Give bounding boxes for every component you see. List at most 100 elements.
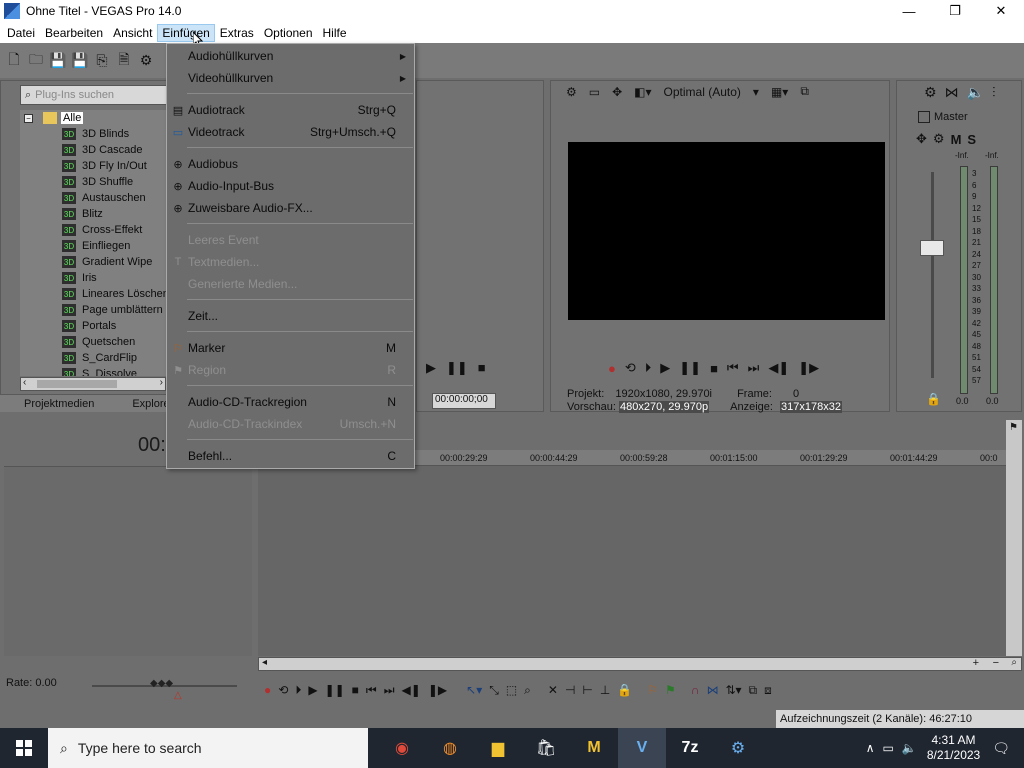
menu-item-videotrack[interactable]: ▭ Videotrack Strg+Umsch.+Q xyxy=(167,121,414,143)
save-as-icon[interactable]: 💾 xyxy=(71,52,88,69)
app-gear-icon[interactable]: ⚙ xyxy=(714,728,762,768)
envelope-tool-icon[interactable]: ⤡ xyxy=(489,683,499,698)
solo-button[interactable]: S xyxy=(967,132,976,147)
go-to-start-icon[interactable]: ⏮ xyxy=(366,683,377,698)
menu-bearbeiten[interactable]: Bearbeiten xyxy=(40,24,108,42)
menu-optionen[interactable]: Optionen xyxy=(259,24,318,42)
explorer-hscrollbar[interactable]: ‹ › xyxy=(20,377,166,391)
gear-icon[interactable]: ⚙ xyxy=(924,84,937,101)
scroll-right-icon[interactable]: › xyxy=(160,377,163,388)
app-m-icon[interactable]: M xyxy=(570,728,618,768)
menu-item-audio-cd-trackregion[interactable]: Audio-CD-Trackregion N xyxy=(167,391,414,413)
next-frame-icon[interactable]: ❚▶ xyxy=(798,360,819,376)
menu-item-zuweisbare-audio-fx[interactable]: ⊕ Zuweisbare Audio-FX... xyxy=(167,197,414,219)
downmix-icon[interactable]: ⋈ xyxy=(945,84,959,101)
menu-einfuegen[interactable]: Einfügen xyxy=(157,23,215,42)
marker-flag-icon[interactable]: ⚑ xyxy=(1009,422,1018,433)
zoom-tool-icon[interactable]: ⌕ xyxy=(1011,657,1017,668)
open-icon[interactable]: 🗀 xyxy=(28,51,44,69)
menu-item-marker[interactable]: ⚐ Marker M xyxy=(167,337,414,359)
zoom-in-icon[interactable]: + xyxy=(973,657,979,669)
tree-item[interactable]: 3D Portals xyxy=(62,318,116,334)
master-fader-knob[interactable] xyxy=(920,240,944,256)
menu-item-videohuellkurven[interactable]: Videohüllkurven ▶ xyxy=(167,67,414,89)
mixer-icon[interactable]: ⫶ xyxy=(992,84,996,101)
pause-icon[interactable]: ❚❚ xyxy=(325,683,345,697)
loop-icon[interactable]: ⟲ xyxy=(625,360,636,376)
scroll-left-icon[interactable]: ◂ xyxy=(262,657,267,668)
timeline-tracks-area[interactable] xyxy=(258,466,1006,656)
menu-ansicht[interactable]: Ansicht xyxy=(108,24,157,42)
speaker-icon[interactable]: 🔈 xyxy=(967,84,984,101)
menu-item-audiotrack[interactable]: ▤ Audiotrack Strg+Q xyxy=(167,99,414,121)
file-explorer-icon[interactable]: ▆ xyxy=(474,728,522,768)
volume-icon[interactable]: 🔈 xyxy=(902,741,917,755)
store-icon[interactable]: 🛍 xyxy=(522,728,570,768)
menu-extras[interactable]: Extras xyxy=(215,24,259,42)
stop-icon[interactable]: ■ xyxy=(478,360,486,376)
start-button[interactable] xyxy=(0,728,48,768)
trim-start-icon[interactable]: ⊣ xyxy=(565,683,575,697)
new-project-icon[interactable]: 🗋 xyxy=(6,51,22,69)
trim-end-icon[interactable]: ⊢ xyxy=(582,683,592,697)
ripple-icon[interactable]: ⇅▾ xyxy=(725,683,741,697)
tree-item[interactable]: 3D 3D Blinds xyxy=(62,126,129,142)
menu-item-audiobus[interactable]: ⊕ Audiobus xyxy=(167,153,414,175)
grid-icon[interactable]: ▦▾ xyxy=(771,85,788,99)
timeline-hscrollbar[interactable]: ◂ + − ⌕ xyxy=(258,657,1022,671)
pause-icon[interactable]: ❚❚ xyxy=(446,360,468,376)
7zip-icon[interactable]: 7z xyxy=(666,728,714,768)
normal-edit-tool-icon[interactable]: ↖▾ xyxy=(466,683,482,697)
play-icon[interactable]: ▶ xyxy=(660,360,670,376)
prev-frame-icon[interactable]: ◀❚ xyxy=(402,683,421,697)
menu-hilfe[interactable]: Hilfe xyxy=(318,24,352,42)
menu-datei[interactable]: Datei xyxy=(2,24,40,42)
pause-icon[interactable]: ❚❚ xyxy=(679,360,701,376)
network-icon[interactable]: ▭ xyxy=(883,741,894,755)
preview-quality-select[interactable]: Optimal (Auto) xyxy=(664,85,741,99)
tree-item[interactable]: 3D Quetschen xyxy=(62,334,135,350)
event-pan-icon[interactable]: ⧉ xyxy=(749,683,758,698)
region-icon[interactable]: ⚑ xyxy=(665,683,676,697)
notification-icon[interactable]: 🗨 xyxy=(992,740,1010,757)
chevron-up-icon[interactable]: ∧ xyxy=(866,741,875,755)
tree-item[interactable]: 3D S_CardFlip xyxy=(62,350,137,366)
scroll-thumb[interactable] xyxy=(37,380,117,388)
go-to-end-icon[interactable]: ⏭ xyxy=(748,360,760,376)
menu-item-audio-input-bus[interactable]: ⊕ Audio-Input-Bus xyxy=(167,175,414,197)
copy-snapshot-icon[interactable]: ⧉ xyxy=(800,84,809,99)
plugin-search-input[interactable]: ⌕ Plug-Ins suchen xyxy=(20,85,170,105)
properties-icon[interactable]: 🗎 xyxy=(116,51,132,69)
tree-item[interactable]: 3D 3D Shuffle xyxy=(62,174,133,190)
zoom-out-icon[interactable]: − xyxy=(993,657,999,669)
loop-icon[interactable]: ⟲ xyxy=(278,683,288,697)
minimize-button[interactable]: — xyxy=(886,0,932,22)
tree-item[interactable]: 3D Austauschen xyxy=(62,190,146,206)
lock-icon[interactable]: 🔒 xyxy=(617,683,632,697)
play-from-start-icon[interactable]: ⏵ xyxy=(295,683,301,698)
tree-item[interactable]: 3D Lineares Löschen xyxy=(62,286,166,302)
menu-item-zeit[interactable]: Zeit... xyxy=(167,305,414,327)
timeline-vscrollbar[interactable]: ⚑ xyxy=(1006,420,1022,656)
firefox-icon[interactable]: ◍ xyxy=(426,728,474,768)
play-icon[interactable]: ▶ xyxy=(308,683,317,697)
split-screen-icon[interactable]: ✥ xyxy=(612,85,622,99)
overlay-icon[interactable]: ◧▾ xyxy=(634,85,651,99)
tree-item[interactable]: 3D Cross-Effekt xyxy=(62,222,142,238)
stop-icon[interactable]: ■ xyxy=(352,683,359,697)
chevron-down-icon[interactable]: ▾ xyxy=(753,85,759,99)
stop-icon[interactable]: ■ xyxy=(710,361,718,376)
lock-icon[interactable]: 🔒 xyxy=(926,392,941,406)
mute-button[interactable]: M xyxy=(951,132,962,147)
crossfade-icon[interactable]: ⋈ xyxy=(706,683,718,697)
play-icon[interactable]: ▶ xyxy=(426,360,436,376)
record-icon[interactable]: ● xyxy=(264,683,271,697)
record-icon[interactable]: ● xyxy=(608,361,616,376)
lock-envelopes-icon[interactable]: ⧈ xyxy=(764,683,772,698)
taskbar-search-box[interactable]: ⌕ Type here to search xyxy=(48,728,368,768)
vegas-icon[interactable]: V xyxy=(618,728,666,768)
maximize-button[interactable]: ❐ xyxy=(932,0,978,22)
tree-item[interactable]: 3D 3D Fly In/Out xyxy=(62,158,147,174)
menu-item-befehl[interactable]: Befehl... C xyxy=(167,445,414,467)
pan-icon[interactable]: ✥ xyxy=(916,131,927,147)
